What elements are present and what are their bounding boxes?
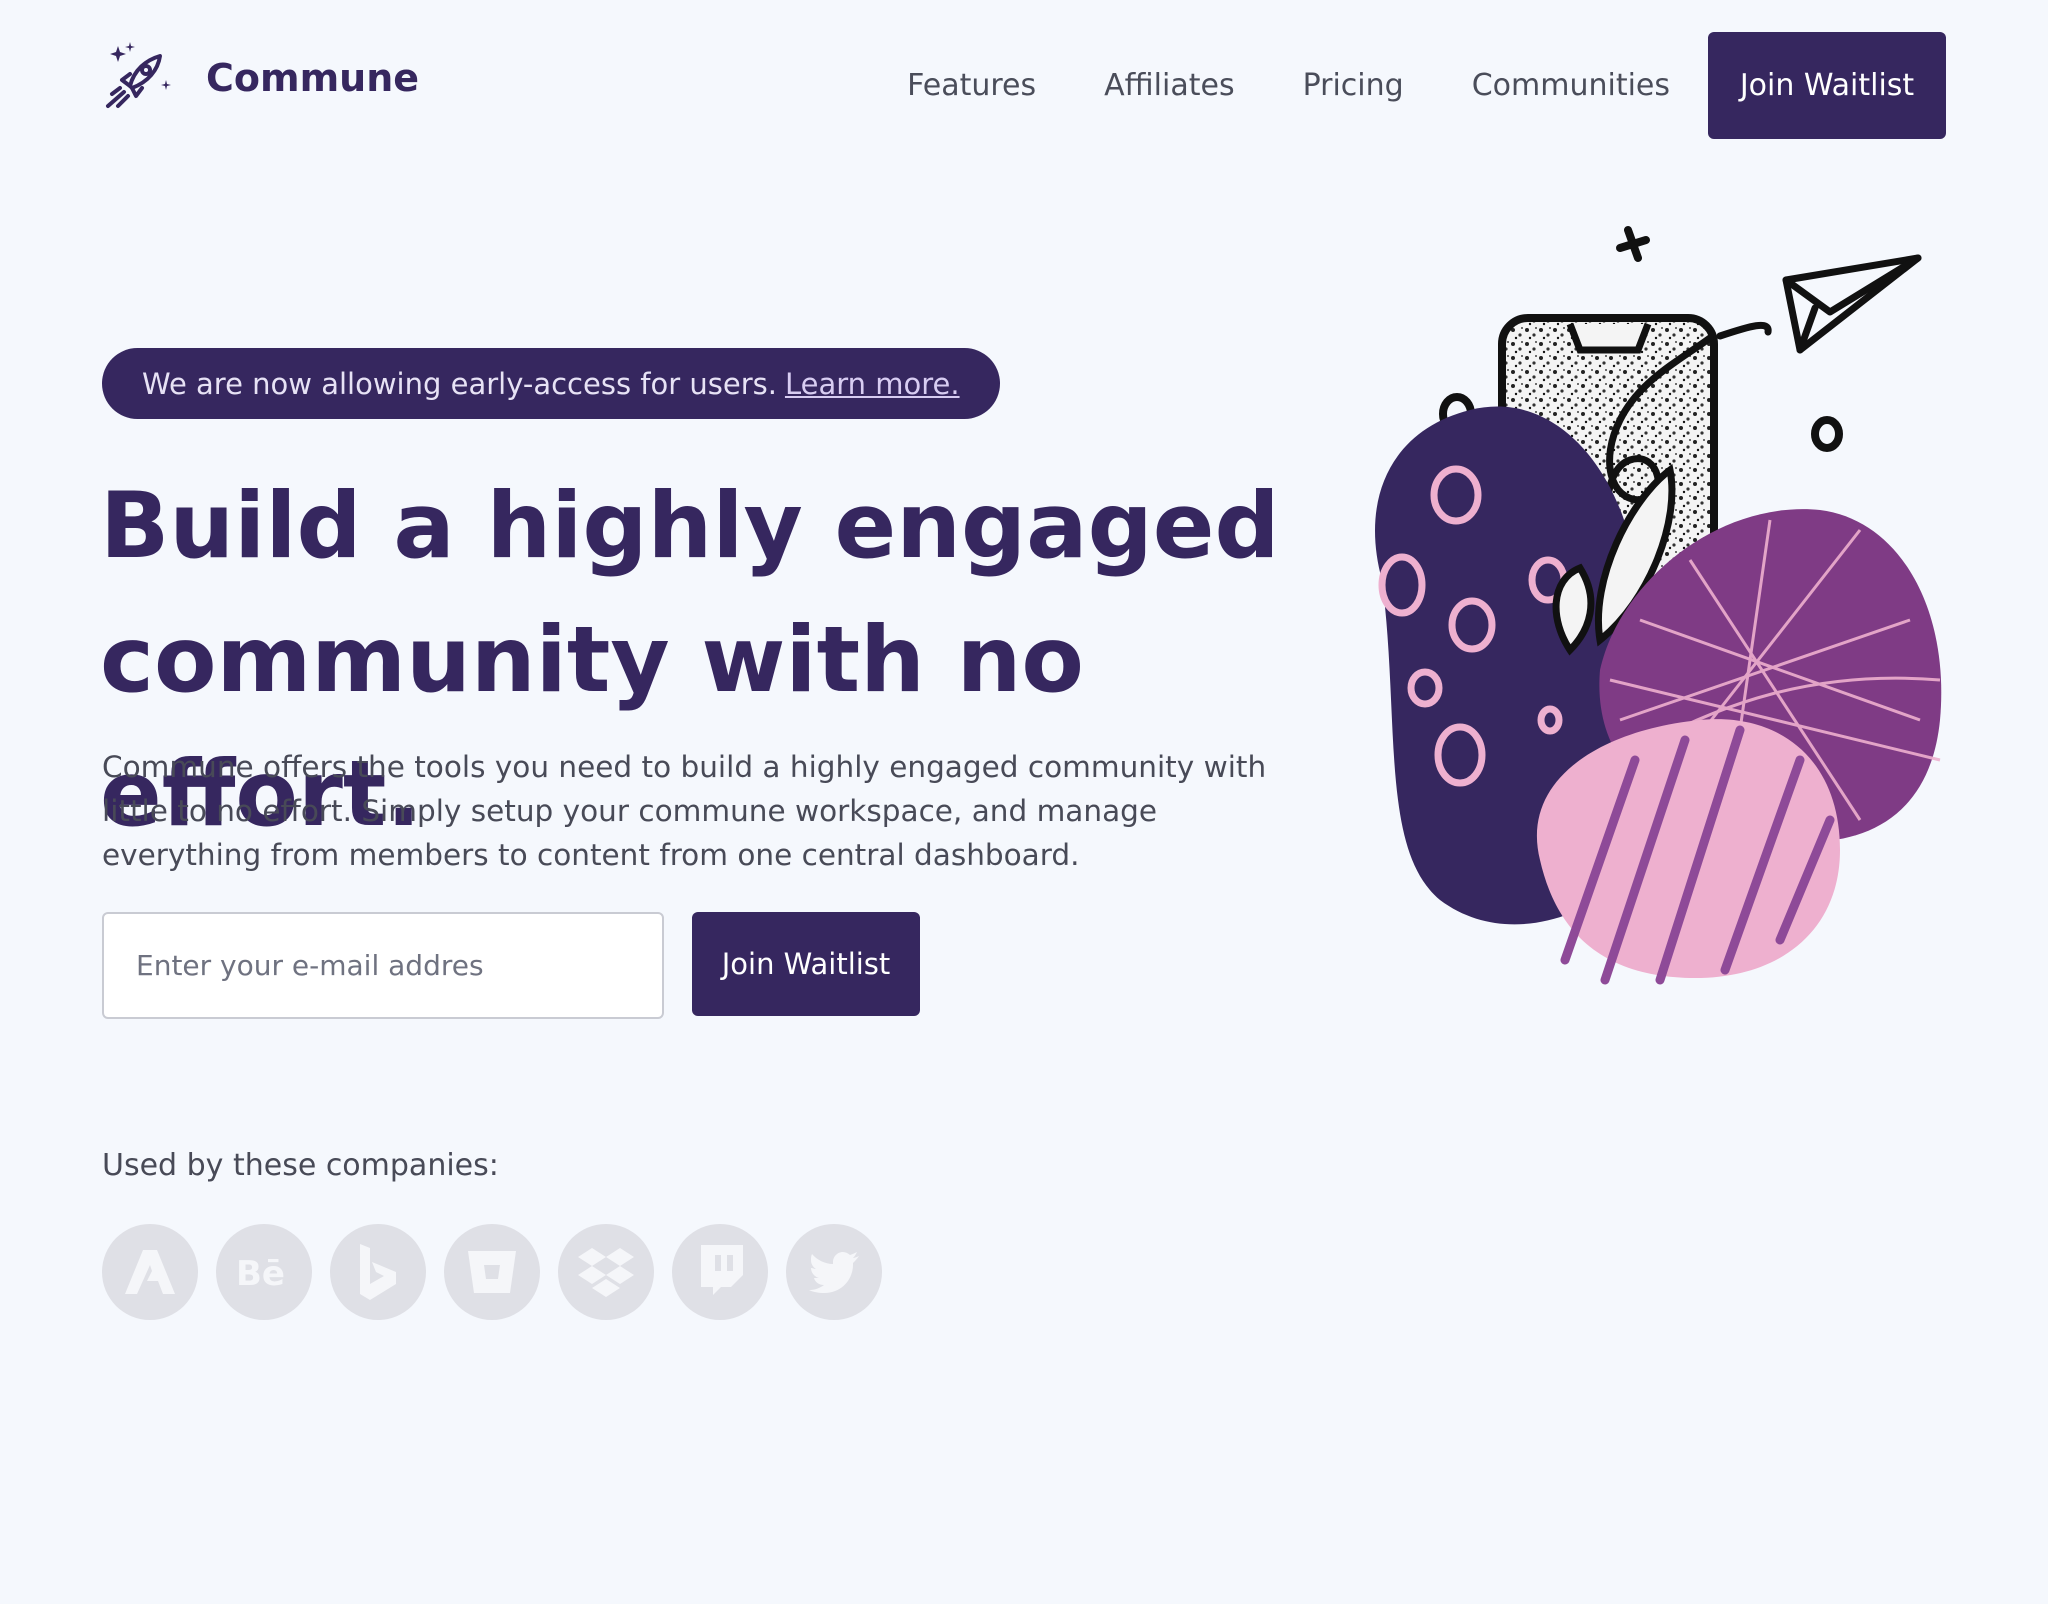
join-waitlist-button[interactable]: Join Waitlist bbox=[692, 912, 920, 1016]
companies-heading: Used by these companies: bbox=[102, 1148, 499, 1183]
early-access-banner: We are now allowing early-access for use… bbox=[102, 348, 1000, 419]
learn-more-link[interactable]: Learn more. bbox=[785, 367, 960, 401]
brand-logo[interactable]: Commune bbox=[100, 40, 419, 116]
nav-link-pricing[interactable]: Pricing bbox=[1303, 68, 1404, 103]
hero-illustration bbox=[1375, 226, 1942, 985]
rocket-icon bbox=[106, 42, 171, 108]
twitch-icon bbox=[672, 1224, 768, 1320]
twitter-icon bbox=[786, 1224, 882, 1320]
svg-text:Bē: Bē bbox=[236, 1254, 285, 1292]
nav-link-affiliates[interactable]: Affiliates bbox=[1104, 68, 1234, 103]
nav-link-features[interactable]: Features bbox=[907, 68, 1036, 103]
nav-link-communities[interactable]: Communities bbox=[1472, 68, 1670, 103]
email-input[interactable] bbox=[102, 912, 664, 1019]
dropbox-icon bbox=[558, 1224, 654, 1320]
bing-icon bbox=[330, 1224, 426, 1320]
adobe-icon bbox=[102, 1224, 198, 1320]
nav-join-waitlist-button[interactable]: Join Waitlist bbox=[1708, 32, 1946, 139]
banner-text: We are now allowing early-access for use… bbox=[142, 366, 777, 401]
brand-name: Commune bbox=[206, 56, 420, 100]
behance-icon: Bē bbox=[216, 1224, 312, 1320]
main-nav: Features Affiliates Pricing Communities … bbox=[907, 32, 1946, 139]
company-logos: Bē bbox=[102, 1224, 900, 1320]
hero-description: Commune offers the tools you need to bui… bbox=[102, 750, 1267, 872]
waitlist-form: Join Waitlist bbox=[102, 912, 920, 1019]
bitbucket-icon bbox=[444, 1224, 540, 1320]
